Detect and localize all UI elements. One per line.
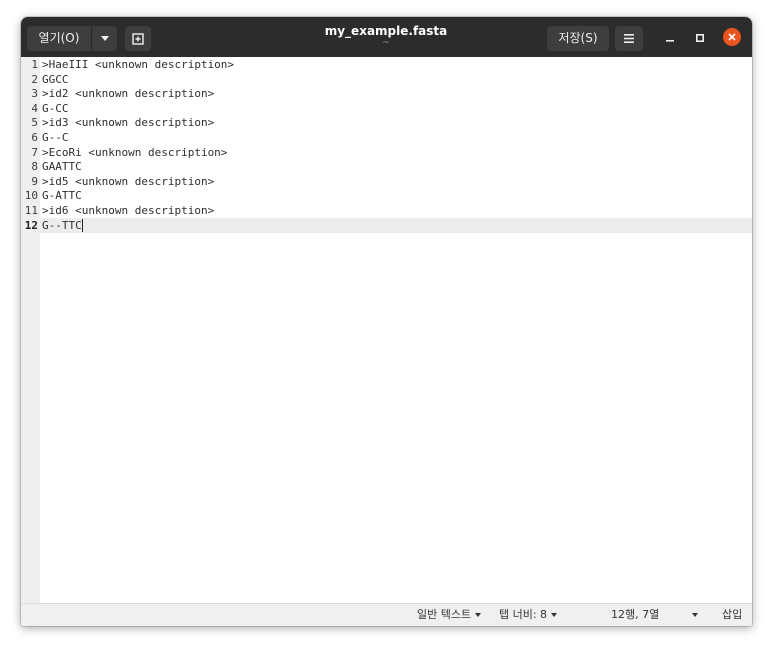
text-line[interactable]: 9 >id5 <unknown description> (21, 175, 234, 190)
text-line[interactable]: 2 GGCC (21, 73, 234, 88)
maximize-button[interactable] (691, 28, 709, 46)
position-dropdown[interactable] (692, 604, 698, 626)
line-text: G--TTC (42, 218, 82, 232)
insert-mode-label: 삽입 (722, 608, 743, 621)
chevron-down-icon (551, 613, 558, 617)
line-number: 1 (31, 58, 38, 71)
line-text: GAATTC (42, 160, 82, 174)
line-number: 10 (24, 189, 38, 203)
text-lines: 1 >HaeIII <unknown description> 2 GGCC 3 >i… (21, 58, 234, 233)
hamburger-menu-icon (624, 34, 634, 43)
new-document-icon (132, 32, 144, 45)
window-subtitle: ~ (382, 38, 390, 48)
current-line-number: 12 (24, 218, 38, 232)
line-number: 9 (31, 174, 38, 188)
chevron-down-icon (692, 613, 698, 617)
line-number: 5 (31, 116, 38, 130)
cursor-position-label: 12행, 7열 (611, 608, 660, 621)
language-selector[interactable]: 일반 텍스트 (417, 604, 482, 626)
window-title: my_example.fasta (324, 24, 448, 38)
line-number: 3 (31, 87, 38, 101)
text-cursor (81, 219, 83, 233)
new-document-button[interactable] (125, 26, 151, 51)
open-dropdown-button[interactable] (91, 26, 117, 51)
text-line[interactable]: 7 >EcoRi <unknown description> (21, 146, 234, 161)
minimize-button[interactable] (661, 28, 679, 46)
line-text: >id5 <unknown description> (42, 174, 215, 188)
text-line[interactable]: 8 GAATTC (21, 160, 234, 175)
line-text: >id3 <unknown description> (42, 116, 215, 130)
tab-width-label: 탭 너비: 8 (499, 608, 548, 621)
line-text: GGCC (42, 72, 69, 86)
maximize-icon (696, 33, 705, 42)
language-label: 일반 텍스트 (417, 608, 472, 621)
header-bar: 열기(O) my_example.fasta ~ 저장(S) (21, 17, 752, 57)
editor-window: 열기(O) my_example.fasta ~ 저장(S) 1 >HaeIII… (21, 17, 752, 626)
text-line[interactable]: 11 >id6 <unknown description> (21, 204, 234, 219)
text-line[interactable]: 5 >id3 <unknown description> (21, 116, 234, 131)
text-editor[interactable]: 1 >HaeIII <unknown description> 2 GGCC 3 >i… (21, 57, 752, 603)
line-number: 11 (24, 203, 38, 217)
save-button[interactable]: 저장(S) (547, 26, 609, 51)
line-number: 7 (31, 145, 38, 159)
line-text: G-CC (42, 101, 69, 115)
tab-width-selector[interactable]: 탭 너비: 8 (499, 604, 558, 626)
text-line[interactable]: 4 G-CC (21, 102, 234, 117)
text-line[interactable]: 1 >HaeIII <unknown description> (21, 58, 234, 73)
line-text: G--C (42, 130, 69, 144)
current-text-line[interactable]: 12 G--TTC (21, 219, 234, 234)
text-line[interactable]: 6 G--C (21, 131, 234, 146)
line-text: >id6 <unknown description> (42, 203, 215, 217)
line-text: >id2 <unknown description> (42, 87, 215, 101)
line-number: 2 (31, 72, 38, 86)
line-text: >HaeIII <unknown description> (42, 58, 235, 71)
cursor-position[interactable]: 12행, 7열 (611, 604, 659, 626)
line-text: >EcoRi <unknown description> (42, 145, 228, 159)
line-number: 6 (31, 130, 38, 144)
line-text: G-ATTC (42, 189, 82, 203)
close-button[interactable] (723, 28, 741, 46)
window-title-area: my_example.fasta ~ (271, 23, 501, 48)
chevron-down-icon (100, 36, 109, 41)
text-line[interactable]: 10 G-ATTC (21, 189, 234, 204)
chevron-down-icon (475, 613, 482, 617)
line-number: 4 (31, 101, 38, 115)
close-icon (728, 33, 736, 41)
insert-mode-indicator[interactable]: 삽입 (722, 604, 742, 626)
status-bar: 일반 텍스트 탭 너비: 8 12행, 7열 삽입 (21, 603, 752, 626)
line-number: 8 (31, 160, 38, 174)
minimize-icon (666, 39, 674, 42)
menu-button[interactable] (615, 26, 643, 51)
open-button[interactable]: 열기(O) (27, 26, 91, 51)
text-line[interactable]: 3 >id2 <unknown description> (21, 87, 234, 102)
